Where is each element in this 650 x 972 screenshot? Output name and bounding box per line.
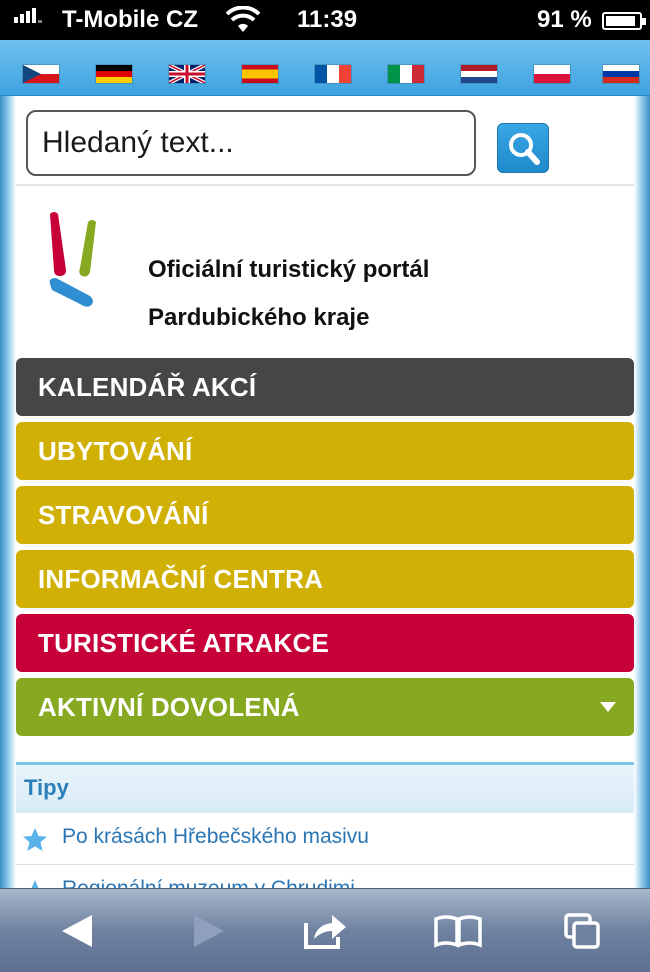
portal-title-line2: Pardubického kraje	[148, 304, 370, 331]
share-icon	[304, 915, 346, 949]
menu-item-aktivni-dovolena[interactable]: AKTIVNÍ DOVOLENÁ	[16, 678, 634, 736]
portal-logo[interactable]	[40, 208, 112, 318]
menu-item-stravovani[interactable]: STRAVOVÁNÍ	[16, 486, 634, 544]
german-flag-icon[interactable]	[95, 64, 133, 84]
bookmarks-button[interactable]	[430, 909, 486, 953]
menu-item-label: TURISTICKÉ ATRAKCE	[38, 628, 330, 658]
menu-item-turisticke-atrakce[interactable]: TURISTICKÉ ATRAKCE	[16, 614, 634, 672]
uk-flag-icon[interactable]	[168, 63, 206, 85]
clock-time: 11:39	[297, 6, 358, 33]
signal-strength-icon	[14, 8, 42, 23]
menu-item-ubytovani[interactable]: UBYTOVÁNÍ	[16, 422, 634, 480]
search-icon	[509, 133, 540, 165]
french-flag-icon[interactable]	[314, 64, 352, 84]
menu-item-label: UBYTOVÁNÍ	[38, 436, 193, 466]
dropdown-caret-icon	[600, 702, 616, 712]
dutch-flag-icon[interactable]	[460, 64, 498, 84]
tabs-icon	[564, 913, 600, 949]
star-icon	[23, 828, 47, 851]
polish-flag-icon[interactable]	[533, 64, 571, 84]
menu-item-kalendar-akci[interactable]: KALENDÁŘ AKCÍ	[16, 358, 634, 416]
menu-item-label: AKTIVNÍ DOVOLENÁ	[38, 692, 300, 722]
portal-title-line1: Oficiální turistický portál	[148, 256, 430, 283]
battery-icon	[602, 12, 646, 30]
menu-item-informacni-centra[interactable]: INFORMAČNÍ CENTRA	[16, 550, 634, 608]
search-input[interactable]	[26, 110, 476, 176]
czech-flag-icon[interactable]	[22, 64, 60, 84]
menu-item-label: KALENDÁŘ AKCÍ	[38, 372, 257, 402]
menu-item-label: INFORMAČNÍ CENTRA	[38, 564, 324, 594]
tip-item[interactable]: Po krásách Hřebečského masivu	[16, 813, 634, 865]
carrier-name: T-Mobile CZ	[62, 6, 198, 33]
share-button[interactable]	[298, 909, 354, 953]
forward-button[interactable]	[180, 909, 236, 953]
italian-flag-icon[interactable]	[387, 64, 425, 84]
bookmarks-book-icon	[434, 915, 482, 948]
spanish-flag-icon[interactable]	[241, 64, 279, 84]
wifi-icon	[225, 5, 261, 41]
tips-heading: Tipy	[16, 765, 634, 813]
tip-link[interactable]: Po krásách Hřebečského masivu	[62, 825, 369, 849]
russian-flag-icon[interactable]	[602, 64, 640, 84]
browser-toolbar	[0, 888, 650, 972]
portal-title: Oficiální turistický portál Pardubického…	[148, 246, 608, 342]
search-button[interactable]	[497, 123, 549, 173]
back-button[interactable]	[52, 909, 108, 953]
status-bar: T-Mobile CZ 11:39 91 %	[0, 0, 650, 40]
battery-percent: 91 %	[537, 6, 592, 33]
tabs-button[interactable]	[556, 909, 612, 953]
menu-item-label: STRAVOVÁNÍ	[38, 500, 209, 530]
divider	[16, 184, 634, 186]
language-bar	[0, 40, 650, 96]
forward-arrow-icon	[194, 915, 224, 947]
tips-panel: Tipy Po krásách Hřebečského masivu Regio…	[16, 762, 634, 892]
back-arrow-icon	[62, 915, 92, 947]
